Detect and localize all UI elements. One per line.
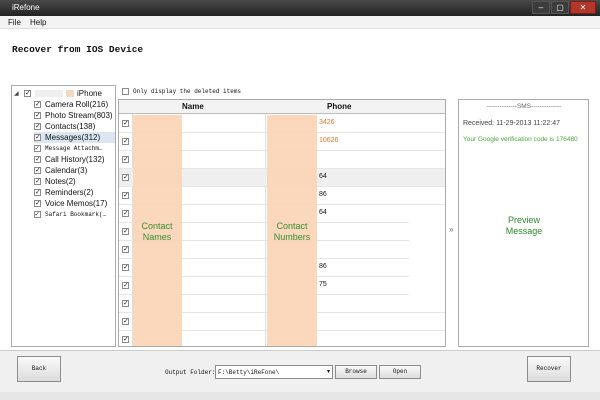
messages-table: Name Phone 3426 10626 64 86 64 86 75 Con… (118, 99, 446, 347)
row-checkbox[interactable] (122, 335, 129, 343)
sms-preview-panel: --------------SMS-------------- Received… (458, 99, 589, 347)
only-deleted-filter[interactable]: Only display the deleted items (122, 88, 241, 95)
tree-item-label: Reminders(2) (45, 188, 94, 197)
row-checkbox[interactable] (122, 281, 129, 289)
row-checkbox[interactable] (122, 245, 129, 253)
tree-item-label: Photo Stream(803) (45, 111, 113, 120)
phone-cell: 64 (319, 173, 327, 180)
row-checkbox[interactable] (122, 263, 129, 271)
tree-item-label: Messages(312) (45, 133, 101, 142)
row-checkbox[interactable] (122, 209, 129, 217)
column-header-name[interactable]: Name (182, 102, 204, 111)
row-checkbox[interactable] (122, 173, 129, 181)
title-bar: iRefone – ▢ ✕ (0, 0, 600, 16)
output-folder-value: F:\Betty\iReFone\ (218, 369, 280, 376)
tree-item-contacts[interactable]: Contacts(138) (34, 121, 95, 132)
tree-item-label: Call History(132) (45, 155, 105, 164)
tree-checkbox[interactable] (34, 166, 41, 174)
tree-checkbox[interactable] (34, 177, 41, 185)
table-header: Name Phone (119, 100, 445, 114)
tree-checkbox[interactable] (34, 122, 41, 130)
row-checkbox[interactable] (122, 299, 129, 307)
back-button[interactable]: Back (17, 356, 61, 382)
tree-checkbox[interactable] (24, 89, 31, 97)
only-deleted-label: Only display the deleted items (133, 88, 242, 95)
phone-cell: 64 (319, 209, 327, 216)
tree-item-reminders[interactable]: Reminders(2) (34, 187, 93, 198)
close-button[interactable]: ✕ (570, 1, 596, 14)
contact-numbers-annotation: Contact Numbers (273, 221, 311, 242)
menu-file[interactable]: File (8, 18, 21, 27)
minimize-button[interactable]: – (532, 1, 550, 14)
row-checkbox[interactable] (122, 137, 129, 145)
tree-item-label: Message Attachm… (45, 145, 103, 152)
phone-cell: 3426 (319, 119, 335, 126)
tree-item-label: Calendar(3) (45, 166, 88, 175)
tree-item-camera-roll[interactable]: Camera Roll(216) (34, 99, 108, 110)
tree-checkbox[interactable] (34, 155, 41, 163)
tree-item-label: Safari Bookmark(… (45, 211, 107, 218)
output-folder-select[interactable]: F:\Betty\iReFone\ ▾ (215, 365, 333, 379)
menu-bar: File Help (0, 16, 600, 29)
tree-checkbox[interactable] (34, 100, 41, 108)
tree-item-safari-bookmarks[interactable]: Safari Bookmark(… (34, 209, 106, 220)
status-bar (0, 392, 600, 400)
output-folder-label: Output Folder: (165, 369, 216, 376)
chevron-down-icon[interactable]: ▾ (327, 368, 330, 375)
preview-message-annotation: Preview Message (505, 215, 543, 236)
column-header-phone[interactable]: Phone (327, 102, 351, 111)
recover-button[interactable]: Recover (527, 356, 571, 382)
expand-icon[interactable]: ◢ (14, 90, 24, 97)
tree-item-message-attachments[interactable]: Message Attachm… (34, 143, 103, 154)
phone-cell: 86 (319, 191, 327, 198)
tree-item-voice-memos[interactable]: Voice Memos(17) (34, 198, 107, 209)
app-title: iRefone (12, 3, 40, 12)
tree-checkbox[interactable] (34, 210, 41, 219)
tree-item-messages[interactable]: Messages(312) (34, 132, 115, 143)
window-controls: – ▢ ✕ (531, 1, 596, 15)
only-deleted-checkbox[interactable] (122, 88, 129, 95)
page-title: Recover from IOS Device (12, 44, 144, 55)
row-checkbox[interactable] (122, 119, 129, 127)
tree-item-label: Contacts(138) (45, 122, 96, 131)
row-checkbox[interactable] (122, 191, 129, 199)
tree-item-notes[interactable]: Notes(2) (34, 176, 76, 187)
row-checkbox[interactable] (122, 317, 129, 325)
sms-title: --------------SMS-------------- (486, 103, 562, 110)
phone-cell: 75 (319, 281, 327, 288)
received-timestamp: Received: 11-29-2013 11:22:47 (463, 120, 561, 127)
tree-item-label: Camera Roll(216) (45, 100, 109, 109)
tree-checkbox[interactable] (34, 199, 41, 207)
tree-checkbox[interactable] (34, 188, 41, 196)
phone-cell: 86 (319, 263, 327, 270)
tree-item-label: Voice Memos(17) (45, 199, 108, 208)
tree-item-photo-stream[interactable]: Photo Stream(803) (34, 110, 113, 121)
browse-button[interactable]: Browse (335, 365, 377, 379)
device-label: iPhone (77, 89, 102, 98)
bottom-toolbar: Back Output Folder: F:\Betty\iReFone\ ▾ … (0, 350, 600, 392)
tree-checkbox[interactable] (34, 144, 41, 153)
phone-icon (66, 90, 74, 97)
category-tree: ◢ iPhone Camera Roll(216) Photo Stream(8… (11, 85, 116, 347)
tree-checkbox[interactable] (34, 133, 41, 141)
splitter-arrows-icon[interactable]: » (449, 225, 453, 234)
redaction-block (409, 206, 445, 306)
menu-help[interactable]: Help (30, 18, 46, 27)
message-body: Your Google verification code is 176480 (463, 136, 578, 143)
row-checkbox[interactable] (122, 155, 129, 163)
contact-names-annotation: Contact Names (141, 221, 173, 242)
tree-item-call-history[interactable]: Call History(132) (34, 154, 105, 165)
open-button[interactable]: Open (379, 365, 421, 379)
tree-item-calendar[interactable]: Calendar(3) (34, 165, 87, 176)
device-name-redacted (35, 90, 63, 97)
name-column-highlight: Contact Names (133, 115, 182, 346)
tree-device-node[interactable]: ◢ iPhone (14, 88, 102, 99)
tree-item-label: Notes(2) (45, 177, 76, 186)
phone-cell: 10626 (319, 137, 339, 144)
tree-checkbox[interactable] (34, 111, 41, 119)
phone-column-highlight: Contact Numbers (267, 115, 317, 346)
maximize-button[interactable]: ▢ (551, 1, 569, 14)
